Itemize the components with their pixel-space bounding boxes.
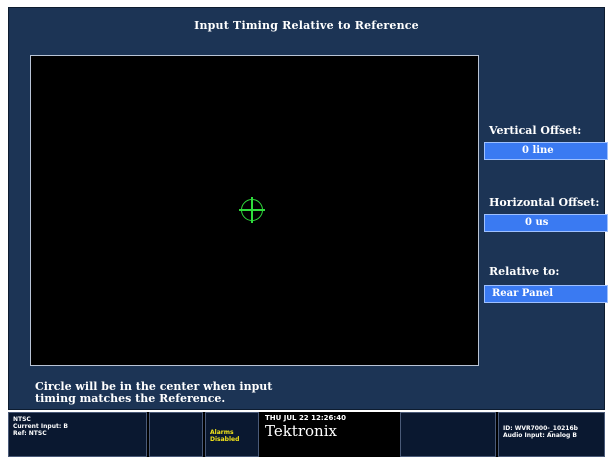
timing-display [30, 55, 479, 366]
status-instrument-id: ID: WVR7000-_10216b [503, 425, 578, 432]
page-title: Input Timing Relative to Reference [194, 19, 419, 32]
status-input-cell: NTSC Current Input: B Ref: NTSC [8, 412, 147, 457]
measurement-panel: Input Timing Relative to Reference Verti… [8, 7, 608, 410]
alarms-state: Disabled [210, 436, 240, 443]
status-format: NTSC [13, 416, 31, 423]
status-bar: NTSC Current Input: B Ref: NTSC Alarms D… [8, 412, 605, 457]
status-id-cell: ID: WVR7000-_10216b Audio Input: Analog … [498, 412, 605, 457]
alignment-hint: Circle will be in the center when input … [35, 380, 273, 405]
status-datetime: THU JUL 22 12:26:40 [265, 414, 346, 422]
relative-to-select[interactable]: Rear Panel [484, 285, 608, 303]
timing-target-icon [239, 197, 265, 223]
status-blank-cell [149, 412, 203, 457]
tektronix-logo: Tektronix [265, 422, 337, 440]
status-empty-cell [400, 412, 496, 457]
vertical-offset-field[interactable]: 0 line [484, 142, 608, 160]
status-current-input: Current Input: B [13, 423, 68, 430]
horizontal-offset-field[interactable]: 0 us [484, 214, 608, 232]
status-audio-input: Audio Input: Analog B [503, 432, 578, 439]
vertical-offset-label: Vertical Offset: [489, 124, 582, 137]
status-alarms-cell: Alarms Disabled [205, 412, 259, 457]
status-brand-cell: THU JUL 22 12:26:40 Tektronix [261, 412, 398, 457]
status-reference: Ref: NTSC [13, 430, 47, 437]
relative-to-label: Relative to: [489, 265, 560, 278]
horizontal-offset-label: Horizontal Offset: [489, 196, 600, 209]
alarms-label: Alarms [210, 429, 234, 436]
